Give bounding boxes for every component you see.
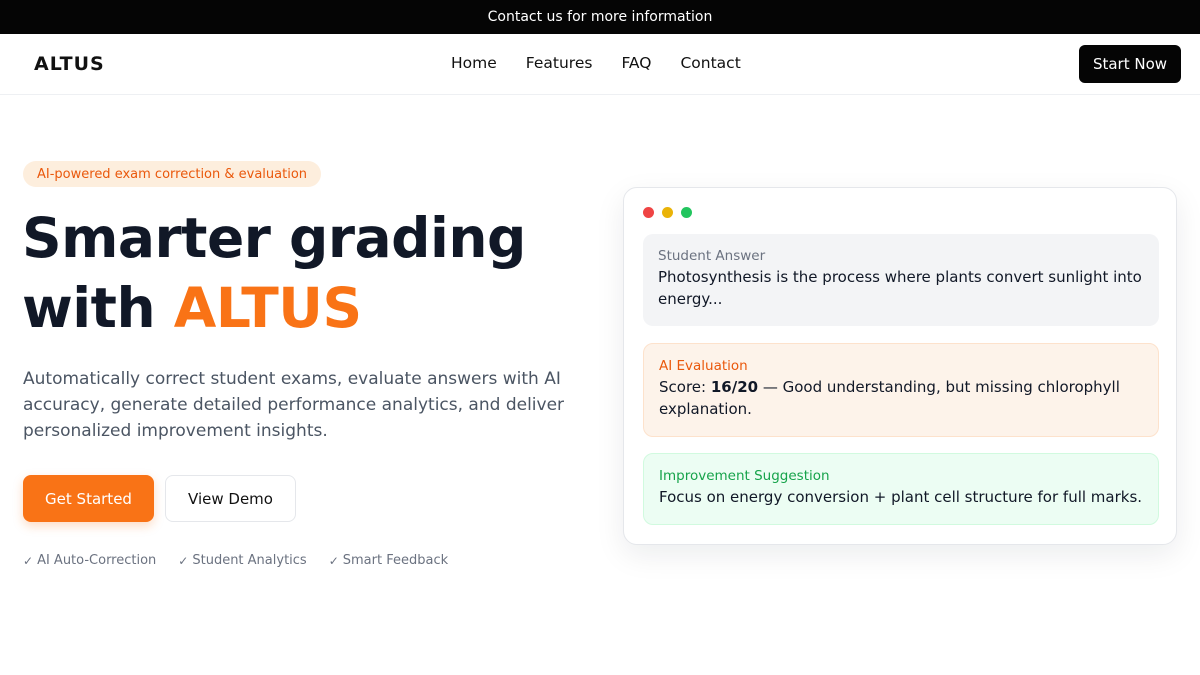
feature-label: Smart Feedback	[342, 553, 449, 568]
improvement-panel: Improvement Suggestion Focus on energy c…	[643, 453, 1159, 525]
hero-badge: AI-powered exam correction & evaluation	[23, 161, 322, 187]
feature-item: ✓ Student Analytics	[178, 553, 306, 568]
nav-link-faq[interactable]: FAQ	[621, 54, 651, 72]
student-answer-label: Student Answer	[658, 248, 766, 264]
nav-link-features[interactable]: Features	[526, 54, 593, 72]
feature-label: AI Auto-Correction	[37, 553, 157, 568]
student-answer-panel: Student Answer Photosynthesis is the pro…	[643, 234, 1159, 326]
headline-prefix: with	[22, 276, 174, 340]
preview-card: Student Answer Photosynthesis is the pro…	[623, 187, 1177, 545]
ai-evaluation-label: AI Evaluation	[659, 358, 748, 374]
ai-evaluation-text: Score: 16/20 — Good understanding, but m…	[659, 376, 1143, 420]
feature-item: ✓ AI Auto-Correction	[23, 553, 156, 568]
start-now-button[interactable]: Start Now	[1079, 45, 1181, 83]
check-icon: ✓	[178, 553, 189, 568]
window-controls	[643, 207, 700, 218]
hero-subtitle: Automatically correct student exams, eva…	[23, 369, 565, 441]
student-answer-text: Photosynthesis is the process where plan…	[658, 268, 1142, 308]
feature-list: ✓ AI Auto-Correction ✓ Student Analytics…	[23, 553, 448, 568]
feature-label: Student Analytics	[192, 553, 307, 568]
check-icon: ✓	[23, 553, 34, 568]
navbar: ALTUS Home Features FAQ Contact Start No…	[0, 34, 1200, 95]
headline-line-1: Smarter grading	[22, 206, 526, 270]
nav-menu: Home Features FAQ Contact	[451, 54, 741, 72]
nav-link-home[interactable]: Home	[451, 54, 497, 72]
feature-item: ✓ Smart Feedback	[329, 553, 448, 568]
score-value: 16/20	[710, 378, 759, 396]
improvement-label: Improvement Suggestion	[659, 468, 830, 484]
nav-link-contact[interactable]: Contact	[680, 54, 740, 72]
minimize-dot-icon	[662, 207, 673, 218]
maximize-dot-icon	[681, 207, 692, 218]
announcement-bar: Contact us for more information	[0, 0, 1200, 34]
ai-evaluation-panel: AI Evaluation Score: 16/20 — Good unders…	[643, 343, 1159, 437]
check-icon: ✓	[328, 553, 339, 568]
hero-headline: Smarter grading with ALTUS	[22, 203, 582, 343]
score-label: Score:	[659, 378, 707, 396]
view-demo-button[interactable]: View Demo	[165, 475, 296, 522]
get-started-button[interactable]: Get Started	[23, 475, 154, 522]
logo[interactable]: ALTUS	[34, 53, 105, 75]
announcement-text[interactable]: Contact us for more information	[488, 9, 713, 25]
close-dot-icon	[643, 207, 654, 218]
improvement-text: Focus on energy conversion + plant cell …	[659, 488, 1143, 506]
headline-brand: ALTUS	[173, 276, 362, 340]
